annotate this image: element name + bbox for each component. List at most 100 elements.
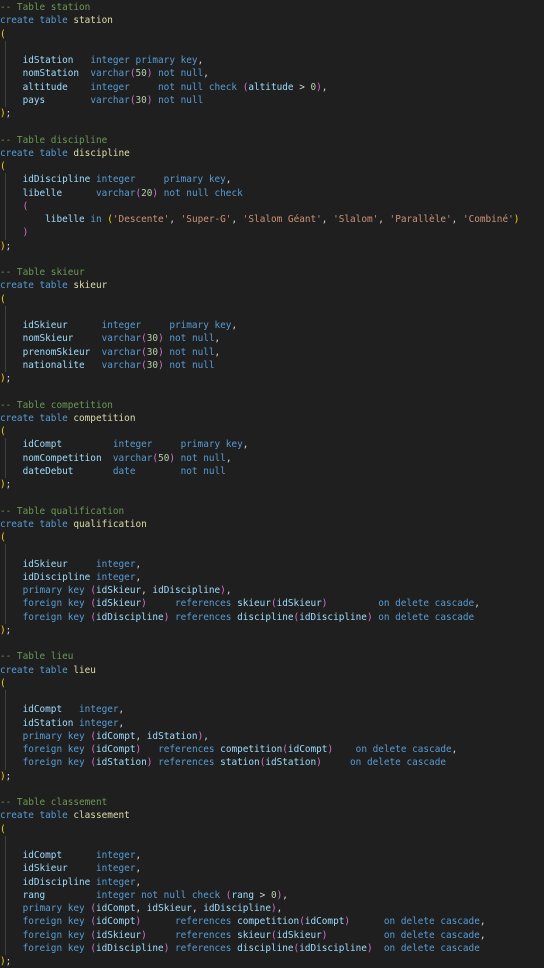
- code-line[interactable]: foreign key (idDiscipline) references di…: [0, 610, 544, 624]
- code-line[interactable]: -- Table skieur: [0, 266, 544, 279]
- code-line[interactable]: [0, 637, 544, 650]
- punctuation: ,: [282, 889, 288, 901]
- code-line[interactable]: (: [0, 160, 544, 173]
- code-line[interactable]: create table qualification: [0, 518, 544, 531]
- code-line[interactable]: -- Table discipline: [0, 134, 544, 147]
- code-line[interactable]: (: [0, 677, 544, 690]
- code-line[interactable]: dateDebut date not null: [0, 464, 544, 478]
- code-line[interactable]: create table competition: [0, 412, 544, 425]
- code-line[interactable]: (: [0, 531, 544, 544]
- identifier: idSkieur: [146, 903, 192, 914]
- sql-keyword: create table: [0, 664, 74, 676]
- code-line[interactable]: libelle varchar(20) not null check: [0, 186, 544, 200]
- code-line[interactable]: (: [0, 425, 544, 438]
- code-line[interactable]: (: [0, 199, 544, 213]
- code-line[interactable]: );: [0, 372, 544, 385]
- code-line[interactable]: foreign key (idDiscipline) references di…: [0, 941, 544, 955]
- indent-guide: [5, 544, 6, 558]
- code-line[interactable]: create table lieu: [0, 664, 544, 677]
- identifier: nomSkieur: [0, 333, 102, 345]
- code-line[interactable]: pays varchar(30) not null: [0, 93, 544, 107]
- number-literal: 30: [135, 94, 147, 106]
- code-line[interactable]: [0, 120, 544, 133]
- code-line[interactable]: nomSkieur varchar(30) not null,: [0, 332, 544, 346]
- code-line[interactable]: idDiscipline integer primary key,: [0, 173, 544, 187]
- identifier: libelle: [0, 187, 96, 199]
- indent-guide: [5, 888, 6, 902]
- code-line[interactable]: idDiscipline integer,: [0, 570, 544, 584]
- code-line[interactable]: primary key (idCompt, idSkieur, idDiscip…: [0, 902, 544, 916]
- code-line[interactable]: (: [0, 293, 544, 306]
- code-line[interactable]: );: [0, 240, 544, 253]
- number-literal: 30: [146, 359, 159, 371]
- indent-guide: [5, 305, 6, 319]
- code-line[interactable]: );: [0, 955, 544, 968]
- code-line[interactable]: [0, 40, 544, 54]
- code-line[interactable]: );: [0, 107, 544, 120]
- code-line[interactable]: idStation integer,: [0, 716, 544, 730]
- code-line[interactable]: foreign key (idCompt) references competi…: [0, 915, 544, 929]
- indent-guide: [5, 915, 6, 929]
- code-line[interactable]: idSkieur integer primary key,: [0, 319, 544, 333]
- code-line[interactable]: [0, 835, 544, 849]
- code-line[interactable]: [0, 385, 544, 398]
- indent-guide: [5, 743, 6, 757]
- code-line[interactable]: altitude integer not null check (altitud…: [0, 80, 544, 94]
- punctuation: ,: [135, 730, 147, 742]
- code-line[interactable]: idCompt integer,: [0, 703, 544, 717]
- code-line[interactable]: -- Table competition: [0, 399, 544, 412]
- code-line[interactable]: prenomSkieur varchar(30) not null,: [0, 345, 544, 359]
- code-line[interactable]: [0, 491, 544, 504]
- code-line[interactable]: ): [0, 226, 544, 240]
- code-editor[interactable]: -- Table station create table station( id…: [0, 0, 544, 968]
- indent-guide: [5, 862, 6, 876]
- code-line[interactable]: -- Table station: [0, 1, 544, 14]
- code-line[interactable]: );: [0, 624, 544, 637]
- sql-keyword: references: [152, 757, 221, 769]
- code-line[interactable]: );: [0, 478, 544, 491]
- punctuation: ,: [231, 214, 243, 225]
- punctuation: ,: [321, 214, 334, 225]
- code-line[interactable]: idSkieur integer,: [0, 862, 544, 876]
- code-line[interactable]: primary key (idSkieur, idDiscipline),: [0, 584, 544, 598]
- indent-guide: [5, 690, 6, 704]
- code-line[interactable]: (: [0, 28, 544, 41]
- code-line[interactable]: idSkieur integer,: [0, 557, 544, 571]
- sql-keyword: integer: [79, 717, 119, 729]
- code-line[interactable]: [0, 305, 544, 319]
- code-line[interactable]: [0, 253, 544, 266]
- code-line[interactable]: [0, 783, 544, 796]
- code-line[interactable]: -- Table classement: [0, 796, 544, 809]
- code-line[interactable]: [0, 544, 544, 558]
- code-line[interactable]: (: [0, 823, 544, 836]
- code-line[interactable]: primary key (idCompt, idStation),: [0, 729, 544, 743]
- sql-keyword: varchar: [101, 346, 142, 358]
- code-line[interactable]: foreign key (idStation) references stati…: [0, 756, 544, 770]
- bracket: (: [0, 532, 6, 543]
- code-line[interactable]: );: [0, 770, 544, 783]
- code-line[interactable]: create table skieur: [0, 279, 544, 292]
- code-line[interactable]: nomCompetition varchar(50) not null,: [0, 451, 544, 465]
- code-line[interactable]: foreign key (idSkieur) references skieur…: [0, 597, 544, 611]
- code-line[interactable]: [0, 690, 544, 704]
- code-line[interactable]: idCompt integer primary key,: [0, 438, 544, 452]
- sql-keyword: create table: [0, 810, 74, 822]
- code-line[interactable]: -- Table qualification: [0, 505, 544, 518]
- identifier: idSkieur: [0, 320, 102, 331]
- sql-keyword: references: [169, 942, 238, 954]
- code-line[interactable]: -- Table lieu: [0, 650, 544, 663]
- code-line[interactable]: foreign key (idCompt) references competi…: [0, 743, 544, 757]
- code-line[interactable]: create table classement: [0, 809, 544, 822]
- code-line[interactable]: foreign key (idSkieur) references skieur…: [0, 928, 544, 942]
- indent-guide: [5, 186, 6, 200]
- code-line[interactable]: nationalite varchar(30) not null: [0, 358, 544, 372]
- code-line[interactable]: libelle in ('Descente', 'Super-G', 'Slal…: [0, 213, 544, 227]
- sql-keyword: integer: [95, 571, 136, 583]
- code-line[interactable]: idStation integer primary key,: [0, 54, 544, 68]
- code-line[interactable]: create table station: [0, 14, 544, 27]
- code-line[interactable]: rang integer not null check (rang > 0),: [0, 888, 544, 902]
- code-line[interactable]: idDiscipline integer,: [0, 875, 544, 889]
- code-line[interactable]: create table discipline: [0, 147, 544, 160]
- code-line[interactable]: nomStation varchar(50) not null,: [0, 67, 544, 81]
- code-line[interactable]: idCompt integer,: [0, 849, 544, 863]
